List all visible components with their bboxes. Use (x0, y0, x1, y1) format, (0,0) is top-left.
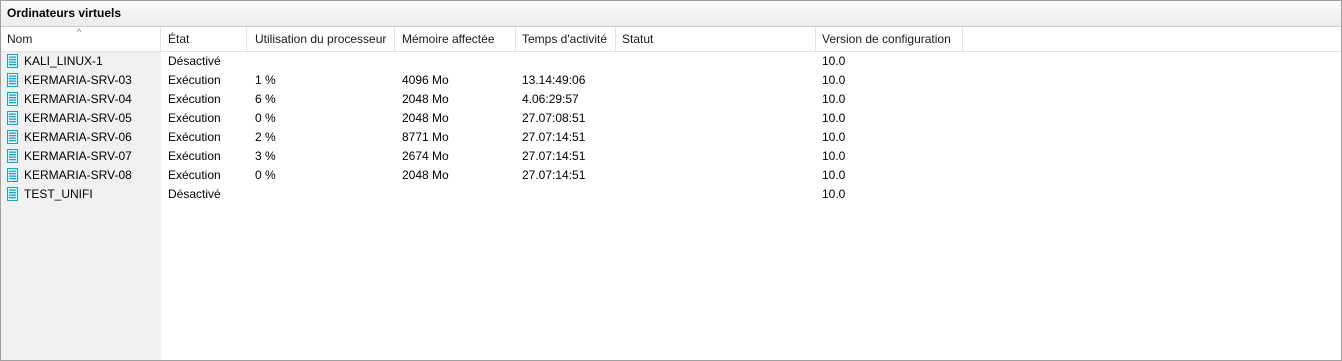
virtual-machine-icon (7, 148, 18, 163)
vm-status (616, 52, 816, 71)
vm-name-cell[interactable]: KERMARIA-SRV-03 (1, 71, 161, 90)
vm-memory: 2674 Mo (402, 149, 449, 163)
virtual-machine-icon (7, 110, 18, 125)
vm-state: Exécution (168, 111, 221, 125)
vm-status (616, 90, 816, 109)
column-header-state[interactable]: État (162, 27, 247, 51)
virtual-machine-icon (7, 129, 18, 144)
virtual-machine-icon (7, 91, 18, 106)
virtual-machine-icon (7, 72, 18, 87)
vm-name: KERMARIA-SRV-07 (24, 149, 132, 163)
vm-uptime: 27.07:14:51 (522, 168, 586, 182)
vm-uptime (516, 185, 616, 204)
vm-row[interactable]: KERMARIA-SRV-03 Exécution 1 % 4096 Mo 13… (1, 71, 1341, 90)
vm-status (616, 185, 816, 204)
vm-state: Exécution (168, 92, 221, 106)
vm-memory: 2048 Mo (402, 168, 449, 182)
virtual-machine-icon (7, 186, 18, 201)
vm-rows: KALI_LINUX-1 Désactivé 10.0 KERMARIA-SRV… (1, 52, 1341, 204)
virtual-machine-icon (7, 167, 18, 182)
vm-status (616, 166, 816, 185)
vm-cpu: 3 % (255, 149, 276, 163)
vm-config-version: 10.0 (822, 149, 846, 163)
column-header-uptime[interactable]: Temps d'activité (516, 27, 616, 51)
vm-memory (396, 185, 516, 204)
vm-row[interactable]: KERMARIA-SRV-08 Exécution 0 % 2048 Mo 27… (1, 166, 1341, 185)
vm-status (616, 109, 816, 128)
vm-name-cell[interactable]: KERMARIA-SRV-07 (1, 147, 161, 166)
vm-cpu: 0 % (255, 168, 276, 182)
vm-status (616, 147, 816, 166)
sort-ascending-icon: ^ (77, 27, 82, 37)
vm-name: KERMARIA-SRV-06 (24, 130, 132, 144)
vm-config-version: 10.0 (822, 92, 846, 106)
column-header-name[interactable]: Nom ^ (1, 27, 161, 51)
vm-uptime: 27.07:08:51 (522, 111, 586, 125)
vm-name-cell[interactable]: TEST_UNIFI (1, 185, 161, 204)
vm-status (616, 128, 816, 147)
column-header-memory[interactable]: Mémoire affectée (396, 27, 516, 51)
vm-name: KALI_LINUX-1 (24, 54, 103, 68)
vm-row[interactable]: KERMARIA-SRV-06 Exécution 2 % 8771 Mo 27… (1, 128, 1341, 147)
vm-cpu: 0 % (255, 111, 276, 125)
column-header-config-version[interactable]: Version de configuration (816, 27, 963, 51)
vm-status (616, 71, 816, 90)
vm-config-version: 10.0 (822, 111, 846, 125)
vm-uptime (516, 52, 616, 71)
vm-cpu (249, 185, 395, 204)
virtual-machines-panel: Ordinateurs virtuels Nom ^ État Utilisat… (0, 0, 1342, 361)
vm-name: TEST_UNIFI (24, 187, 93, 201)
column-header-name-label: Nom (7, 32, 33, 46)
vm-name-cell[interactable]: KERMARIA-SRV-04 (1, 90, 161, 109)
vm-list[interactable]: Nom ^ État Utilisation du processeur Mém… (1, 27, 1341, 360)
vm-state: Exécution (168, 130, 221, 144)
vm-state: Désactivé (168, 54, 221, 68)
vm-config-version: 10.0 (822, 73, 846, 87)
vm-memory (396, 52, 516, 71)
vm-cpu: 6 % (255, 92, 276, 106)
virtual-machine-icon (7, 53, 18, 68)
vm-uptime: 4.06:29:57 (522, 92, 579, 106)
column-header-status[interactable]: Statut (616, 27, 816, 51)
vm-row[interactable]: KERMARIA-SRV-07 Exécution 3 % 2674 Mo 27… (1, 147, 1341, 166)
vm-memory: 4096 Mo (402, 73, 449, 87)
vm-name-cell[interactable]: KALI_LINUX-1 (1, 52, 161, 71)
vm-row[interactable]: KERMARIA-SRV-05 Exécution 0 % 2048 Mo 27… (1, 109, 1341, 128)
vm-name-cell[interactable]: KERMARIA-SRV-05 (1, 109, 161, 128)
vm-name: KERMARIA-SRV-05 (24, 111, 132, 125)
vm-row[interactable]: TEST_UNIFI Désactivé 10.0 (1, 185, 1341, 204)
panel-title: Ordinateurs virtuels (1, 1, 1341, 27)
vm-cpu (249, 52, 395, 71)
column-header-row: Nom ^ État Utilisation du processeur Mém… (1, 27, 1341, 52)
vm-name: KERMARIA-SRV-03 (24, 73, 132, 87)
vm-memory: 2048 Mo (402, 92, 449, 106)
vm-row[interactable]: KALI_LINUX-1 Désactivé 10.0 (1, 52, 1341, 71)
vm-cpu: 2 % (255, 130, 276, 144)
vm-config-version: 10.0 (822, 168, 846, 182)
vm-memory: 8771 Mo (402, 130, 449, 144)
vm-uptime: 13.14:49:06 (522, 73, 586, 87)
vm-state: Exécution (168, 168, 221, 182)
vm-uptime: 27.07:14:51 (522, 130, 586, 144)
vm-name-cell[interactable]: KERMARIA-SRV-06 (1, 128, 161, 147)
vm-config-version: 10.0 (822, 54, 846, 68)
vm-name-cell[interactable]: KERMARIA-SRV-08 (1, 166, 161, 185)
vm-state: Exécution (168, 149, 221, 163)
vm-name: KERMARIA-SRV-08 (24, 168, 132, 182)
vm-config-version: 10.0 (822, 130, 846, 144)
vm-config-version: 10.0 (822, 187, 846, 201)
vm-uptime: 27.07:14:51 (522, 149, 586, 163)
vm-cpu: 1 % (255, 73, 276, 87)
column-header-cpu[interactable]: Utilisation du processeur (249, 27, 395, 51)
vm-name: KERMARIA-SRV-04 (24, 92, 132, 106)
vm-state: Désactivé (168, 187, 221, 201)
vm-row[interactable]: KERMARIA-SRV-04 Exécution 6 % 2048 Mo 4.… (1, 90, 1341, 109)
vm-state: Exécution (168, 73, 221, 87)
vm-memory: 2048 Mo (402, 111, 449, 125)
